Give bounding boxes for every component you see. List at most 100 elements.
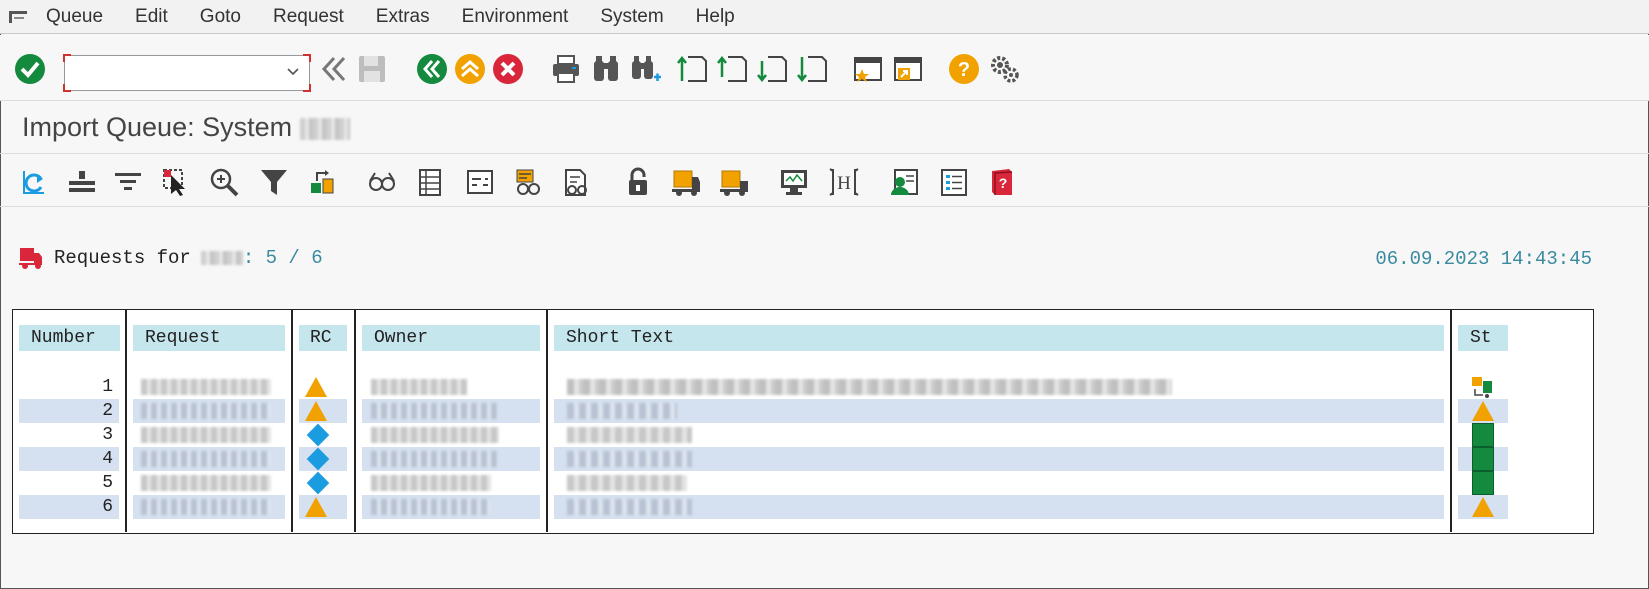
menu-edit[interactable]: Edit: [135, 6, 168, 28]
book-icon[interactable]: ?: [986, 166, 1018, 198]
detail-list-icon[interactable]: [414, 166, 446, 198]
redacted-system-id: [299, 117, 350, 140]
print-icon[interactable]: [550, 53, 582, 85]
system-toolbar: ?: [0, 35, 1649, 101]
requests-count: : 5 / 6: [242, 247, 323, 269]
redacted-system-name: [200, 251, 243, 265]
command-field[interactable]: [63, 54, 311, 92]
redacted-owner: [371, 403, 499, 419]
table-row[interactable]: 5: [19, 471, 1589, 495]
customize-icon[interactable]: [988, 53, 1020, 85]
object-icon[interactable]: [512, 166, 544, 198]
column-header-owner[interactable]: Owner: [362, 325, 540, 351]
table-row[interactable]: 3: [19, 423, 1589, 447]
refresh-icon[interactable]: [18, 166, 50, 198]
next-page-icon[interactable]: [756, 53, 788, 85]
menu-environment[interactable]: Environment: [462, 6, 569, 28]
redacted-request: [141, 499, 271, 515]
lock-icon[interactable]: [622, 166, 654, 198]
redacted-short-text: [567, 499, 692, 515]
column-header-short-text[interactable]: Short Text: [554, 325, 1444, 351]
redacted-owner: [371, 379, 467, 395]
warning-icon: [1472, 497, 1494, 517]
column-header-rc[interactable]: RC: [299, 325, 347, 351]
redacted-request: [141, 403, 271, 419]
select-icon[interactable]: [160, 166, 192, 198]
check-icon[interactable]: [560, 166, 592, 198]
row-number: 6: [102, 497, 113, 517]
page-title: Import Queue: System: [22, 112, 350, 143]
find-next-icon[interactable]: [630, 53, 662, 85]
import-queue-table: Number Request RC Owner Short Text St 1 …: [12, 309, 1594, 534]
menu-bar: Queue Edit Goto Request Extras Environme…: [0, 0, 1649, 34]
redacted-short-text: [567, 379, 1172, 395]
redacted-short-text: [567, 475, 687, 491]
redacted-request: [141, 379, 271, 395]
warning-icon: [305, 497, 327, 517]
redacted-owner: [371, 499, 491, 515]
enter-icon[interactable]: [14, 53, 46, 85]
monitor-icon[interactable]: [778, 166, 810, 198]
menu-queue[interactable]: Queue: [46, 6, 103, 28]
system-menu-icon[interactable]: [4, 2, 34, 32]
list-icon[interactable]: [938, 166, 970, 198]
redacted-request: [141, 427, 271, 443]
back-icon[interactable]: [318, 53, 350, 85]
column-header-request[interactable]: Request: [133, 325, 285, 351]
exit-icon[interactable]: [454, 53, 486, 85]
menu-help[interactable]: Help: [696, 6, 735, 28]
filter-icon[interactable]: [258, 166, 290, 198]
filter-lines-icon[interactable]: [112, 166, 144, 198]
save-icon[interactable]: [356, 53, 388, 85]
user-icon[interactable]: [888, 166, 920, 198]
truck-import-all-icon[interactable]: [718, 166, 750, 198]
application-toolbar: H ?: [0, 155, 1649, 207]
menu-system[interactable]: System: [600, 6, 663, 28]
history-icon[interactable]: H: [828, 166, 860, 198]
display-icon[interactable]: [366, 166, 398, 198]
chevron-down-icon[interactable]: [285, 64, 301, 80]
status-ok-icon: [1472, 423, 1494, 447]
warning-icon: [1472, 401, 1494, 421]
command-input[interactable]: [71, 60, 271, 86]
cancel-icon[interactable]: [492, 53, 524, 85]
table-row[interactable]: 2: [19, 399, 1589, 423]
log-icon[interactable]: [464, 166, 496, 198]
create-session-icon[interactable]: [852, 53, 884, 85]
warning-icon: [305, 401, 327, 421]
requests-label: Requests for: [54, 247, 191, 269]
column-header-number[interactable]: Number: [19, 325, 120, 351]
first-page-icon[interactable]: [676, 53, 708, 85]
menu-extras[interactable]: Extras: [376, 6, 430, 28]
column-header-st[interactable]: St: [1458, 325, 1508, 351]
zoom-icon[interactable]: [208, 166, 240, 198]
find-icon[interactable]: [590, 53, 622, 85]
menu-goto[interactable]: Goto: [200, 6, 241, 28]
import-icon: [1472, 377, 1492, 398]
redacted-owner: [371, 427, 499, 443]
redacted-request: [141, 475, 271, 491]
table-row[interactable]: 1: [19, 375, 1589, 399]
back-green-icon[interactable]: [416, 53, 448, 85]
expand-icon[interactable]: [66, 166, 98, 198]
svg-text:?: ?: [958, 59, 970, 81]
menu-request[interactable]: Request: [273, 6, 344, 28]
requests-line: Requests for : 5 / 6: [18, 246, 323, 270]
truck-icon: [19, 248, 42, 269]
title-bar: Import Queue: System: [0, 102, 1649, 154]
redacted-short-text: [567, 451, 692, 467]
status-ok-icon: [1472, 447, 1494, 471]
shortcut-icon[interactable]: [892, 53, 924, 85]
previous-page-icon[interactable]: [716, 53, 748, 85]
info-diamond-icon: [306, 471, 330, 495]
import-icon[interactable]: [306, 166, 338, 198]
svg-text:H: H: [837, 173, 851, 194]
last-page-icon[interactable]: [796, 53, 828, 85]
table-row[interactable]: 6: [19, 495, 1589, 519]
info-diamond-icon: [306, 423, 330, 447]
table-row[interactable]: 4: [19, 447, 1589, 471]
timestamp: 06.09.2023 14:43:45: [1375, 248, 1592, 270]
redacted-request: [141, 451, 271, 467]
truck-import-icon[interactable]: [670, 166, 702, 198]
help-icon[interactable]: ?: [948, 53, 980, 85]
